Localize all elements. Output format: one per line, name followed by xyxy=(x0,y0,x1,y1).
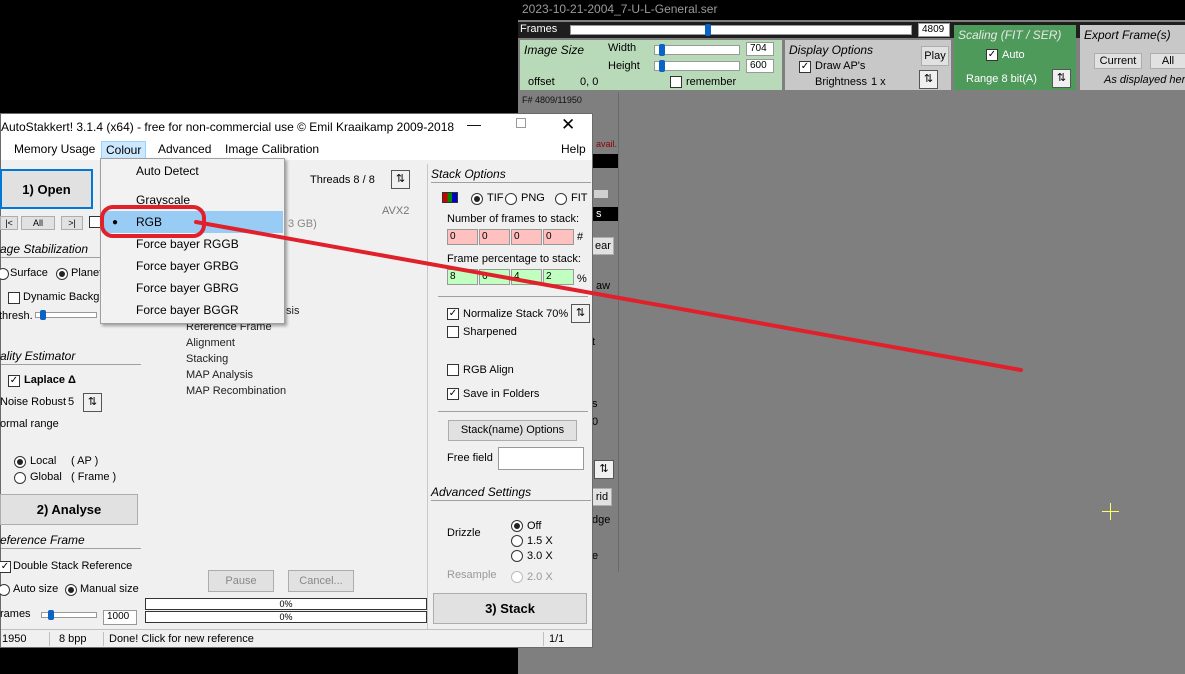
annotation-arrow-line xyxy=(194,220,1023,372)
rgb-highlight-circle xyxy=(100,205,206,238)
red-annotation-overlay xyxy=(100,205,1023,372)
